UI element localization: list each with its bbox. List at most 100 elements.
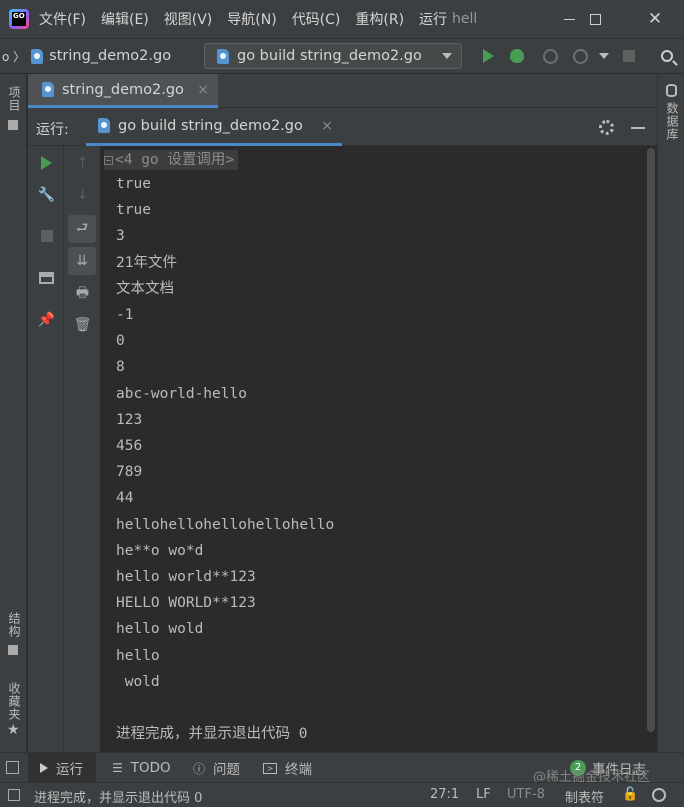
list-icon: ☰ [112, 761, 123, 775]
console-output[interactable]: <4 go 设置调用> true true 3 21年文件 文本文档 -1 0 8 abc-wo… [100, 146, 645, 752]
soft-wrap-button[interactable]: ⮐ [68, 215, 96, 243]
favorites-tool-label[interactable]: 收藏夹 [6, 682, 23, 721]
modify-run-config-button[interactable]: 🔧 [38, 186, 55, 203]
console-line: 3 [116, 228, 125, 245]
line-separator[interactable]: LF [476, 787, 491, 802]
gear-icon[interactable] [599, 120, 614, 135]
scroll-up-button[interactable]: ↑ [74, 154, 91, 171]
menu-navigate[interactable]: 导航(N) [227, 9, 276, 29]
stop-button[interactable] [620, 47, 638, 65]
tab-todo[interactable]: ☰ TODO [112, 753, 171, 783]
console-line: wold [116, 673, 160, 690]
close-run-tab-icon[interactable]: × [321, 118, 333, 134]
menu-run[interactable]: 运行 [419, 9, 447, 29]
structure-icon [8, 645, 18, 655]
tab-problems[interactable]: ⓘ 问题 [193, 753, 240, 783]
debug-button[interactable] [508, 47, 526, 65]
breadcrumb[interactable]: o 〉 string_demo2.go [0, 39, 171, 73]
close-tab-icon[interactable]: × [197, 82, 209, 98]
caret-position[interactable]: 27:1 [430, 787, 459, 802]
title-bar: GO 文件(F) 编辑(E) 视图(V) 导航(N) 代码(C) 重构(R) 运… [0, 0, 684, 38]
structure-tool-label[interactable]: 结构 [6, 612, 23, 638]
run-button[interactable] [479, 47, 497, 65]
run-tab-go-build[interactable]: go build string_demo2.go × [86, 108, 342, 146]
status-message: 进程完成，并显示退出代码 0 [34, 791, 203, 806]
inspection-icon[interactable] [652, 788, 666, 802]
arrow-up-icon: ↑ [76, 154, 89, 171]
scrollbar-thumb[interactable] [647, 148, 655, 732]
file-encoding[interactable]: UTF-8 [507, 787, 545, 802]
profile-icon [572, 48, 588, 64]
go-file-icon [98, 118, 110, 133]
stop-icon [40, 229, 53, 242]
menu-file[interactable]: 文件(F) [39, 9, 86, 29]
window-title: hell [452, 11, 478, 27]
search-icon [661, 50, 673, 62]
rerun-button[interactable] [38, 154, 55, 171]
soft-wrap-icon: ⮐ [75, 220, 89, 236]
tab-terminal[interactable]: > 终端 [263, 753, 312, 783]
clear-console-button[interactable]: 🗑 [73, 316, 92, 333]
menu-view[interactable]: 视图(V) [164, 9, 213, 29]
menu-code[interactable]: 代码(C) [292, 9, 341, 29]
console-line: hello world**123 [116, 569, 256, 585]
arrow-down-icon: ↓ [76, 186, 89, 203]
console-line: hellohellohellohellohello [116, 516, 335, 533]
folded-region[interactable]: <4 go 设置调用> [104, 150, 239, 170]
console-line: 789 [116, 464, 143, 481]
close-window-button[interactable]: ✕ [632, 0, 678, 38]
project-tool-label[interactable]: 项目 [6, 86, 23, 112]
console-line: 21年文件 [116, 254, 177, 271]
folder-icon [8, 120, 18, 130]
menu-edit[interactable]: 编辑(E) [101, 9, 149, 29]
toggle-tool-windows-icon[interactable] [6, 761, 19, 774]
run-tool-window-header: 运行: go build string_demo2.go × [28, 108, 657, 146]
console-line: 456 [116, 438, 143, 454]
scroll-down-button[interactable]: ↓ [74, 186, 91, 203]
console-line: 0 [116, 333, 125, 350]
database-tool-label[interactable]: 数据库 [664, 102, 681, 141]
profile-button[interactable] [571, 47, 589, 65]
scroll-to-end-button[interactable]: ⇊ [68, 247, 96, 275]
console-line: hello wold [116, 621, 204, 638]
breadcrumb-file: string_demo2.go [49, 48, 172, 64]
tab-run[interactable]: 运行 [28, 753, 96, 783]
stop-run-button[interactable] [38, 227, 55, 244]
maximize-button[interactable] [572, 0, 618, 38]
print-button[interactable]: 🖶 [74, 285, 91, 302]
breadcrumb-overflow-icon: o 〉 [2, 49, 26, 64]
trash-icon: 🗑 [73, 316, 92, 333]
console-line: 123 [116, 411, 143, 428]
indent-setting[interactable]: 制表符 [565, 787, 604, 806]
menu-refactor[interactable]: 重构(R) [355, 9, 404, 29]
console-scrollbar[interactable] [645, 146, 657, 752]
stop-icon [623, 50, 635, 62]
console-actions-toolbar: ↑ ↓ ⮐ ⇊ 🖶 🗑 [64, 146, 100, 752]
run-configuration-selector[interactable]: go build string_demo2.go [204, 43, 462, 69]
go-file-icon [42, 82, 54, 97]
more-run-options-button[interactable] [595, 47, 613, 65]
layout-icon [39, 271, 54, 284]
maximize-icon [589, 13, 601, 25]
print-icon: 🖶 [75, 284, 90, 301]
right-tool-strip: 数据库 [657, 74, 684, 752]
status-panel-icon[interactable] [8, 789, 20, 801]
fold-toggle-icon[interactable] [104, 155, 113, 165]
coverage-button[interactable] [541, 47, 559, 65]
console-line: 文本文档 [116, 280, 174, 297]
tab-problems-label: 问题 [213, 762, 241, 778]
pin-tab-button[interactable]: 📌 [38, 311, 55, 328]
navigation-bar: o 〉 string_demo2.go go build string_demo… [0, 38, 684, 74]
console-line: -1 [116, 307, 134, 323]
console-line: hello [116, 647, 160, 664]
editor-tab-string-demo2[interactable]: string_demo2.go × [28, 74, 218, 108]
run-panel-title: 运行: [36, 122, 69, 138]
search-everywhere-button[interactable] [658, 47, 676, 65]
left-tool-strip: 项目 结构 收藏夹 ★ [0, 74, 27, 752]
hide-panel-icon[interactable] [631, 127, 645, 129]
layout-button[interactable] [38, 269, 55, 286]
lock-icon[interactable]: 🔓 [622, 787, 638, 802]
terminal-icon: > [263, 762, 277, 774]
run-actions-toolbar: 🔧 📌 [28, 146, 64, 752]
app-logo[interactable]: GO [9, 9, 29, 29]
